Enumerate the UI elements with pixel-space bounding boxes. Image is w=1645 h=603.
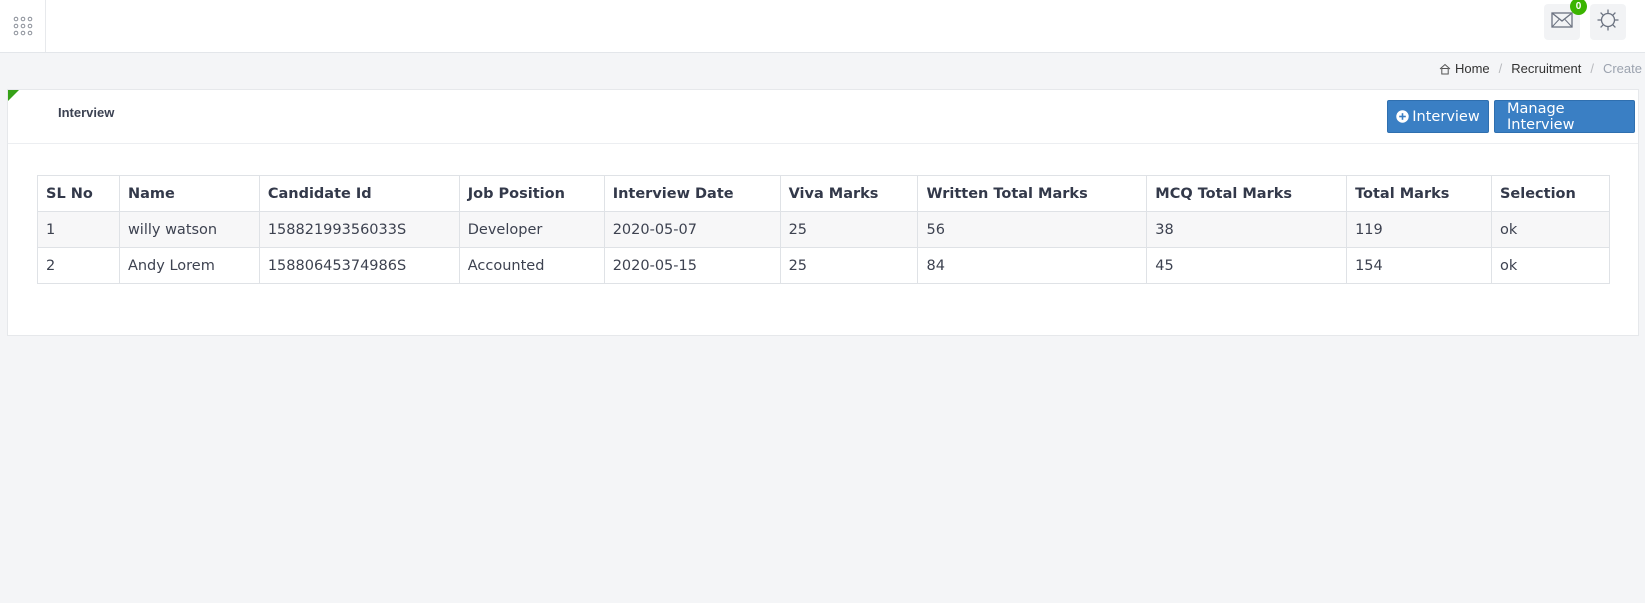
column-header-name: Name xyxy=(118,175,260,212)
column-header-written-total-marks: Written Total Marks xyxy=(917,175,1148,212)
cell-selection: ok xyxy=(1490,211,1611,248)
column-header-mcq-total-marks: MCQ Total Marks xyxy=(1146,175,1348,212)
cell-total-marks: 154 xyxy=(1346,247,1492,284)
cell-selection: ok xyxy=(1490,247,1611,284)
cell-mcq-total-marks: 45 xyxy=(1146,247,1348,284)
home-icon xyxy=(1439,63,1451,75)
cell-job-position: Developer xyxy=(458,211,605,248)
cell-viva-marks: 25 xyxy=(779,247,919,284)
cell-sl-no: 1 xyxy=(37,211,120,248)
settings-button[interactable] xyxy=(1590,4,1626,40)
envelope-icon xyxy=(1551,11,1573,33)
add-interview-label: Interview xyxy=(1412,108,1480,125)
grid-dots-icon xyxy=(13,16,33,36)
cell-written-total-marks: 56 xyxy=(917,211,1148,248)
cell-mcq-total-marks: 38 xyxy=(1146,211,1348,248)
cell-written-total-marks: 84 xyxy=(917,247,1148,284)
cell-candidate-id: 15882199356033S xyxy=(258,211,460,248)
column-header-job-position: Job Position xyxy=(458,175,605,212)
cell-interview-date: 2020-05-07 xyxy=(603,211,781,248)
cell-name: Andy Lorem xyxy=(118,247,260,284)
messages-button[interactable]: 0 xyxy=(1544,0,1587,40)
message-count-badge: 0 xyxy=(1570,0,1587,15)
column-header-total-marks: Total Marks xyxy=(1346,175,1492,212)
gear-icon xyxy=(1596,8,1620,37)
cell-sl-no: 2 xyxy=(37,247,120,284)
column-header-candidate-id: Candidate Id xyxy=(258,175,460,212)
top-navbar: 0 xyxy=(0,0,1645,53)
cell-job-position: Accounted xyxy=(458,247,605,284)
panel-title: Interview xyxy=(58,105,115,120)
apps-menu-button[interactable] xyxy=(0,0,46,52)
breadcrumb-current: Create xyxy=(1602,61,1642,76)
breadcrumb: Home / Recruitment / Create xyxy=(1439,61,1642,76)
panel-header: Interview Interview Manage Interview xyxy=(8,90,1638,144)
table-row: 1 willy watson 15882199356033S Developer… xyxy=(37,211,1611,248)
column-header-sl-no: SL No xyxy=(37,175,120,212)
cell-viva-marks: 25 xyxy=(779,211,919,248)
manage-interview-button[interactable]: Manage Interview xyxy=(1494,100,1635,133)
plus-circle-icon xyxy=(1396,110,1409,123)
interview-table: SL No Name Candidate Id Job Position Int… xyxy=(37,175,1611,284)
cell-interview-date: 2020-05-15 xyxy=(603,247,781,284)
interview-table-container: SL No Name Candidate Id Job Position Int… xyxy=(37,175,1611,284)
breadcrumb-separator: / xyxy=(1590,61,1594,76)
breadcrumb-separator: / xyxy=(1498,61,1503,76)
cell-name: willy watson xyxy=(118,211,260,248)
breadcrumb-recruitment-link[interactable]: Recruitment xyxy=(1511,61,1581,76)
column-header-viva-marks: Viva Marks xyxy=(779,175,919,212)
add-interview-button[interactable]: Interview xyxy=(1387,100,1489,133)
cell-total-marks: 119 xyxy=(1346,211,1492,248)
table-header-row: SL No Name Candidate Id Job Position Int… xyxy=(37,175,1611,212)
table-row: 2 Andy Lorem 15880645374986S Accounted 2… xyxy=(37,247,1611,284)
breadcrumb-home-link[interactable]: Home xyxy=(1455,61,1490,76)
cell-candidate-id: 15880645374986S xyxy=(258,247,460,284)
column-header-selection: Selection xyxy=(1490,175,1611,212)
interview-panel: Interview Interview Manage Interview SL … xyxy=(7,89,1639,336)
column-header-interview-date: Interview Date xyxy=(603,175,781,212)
